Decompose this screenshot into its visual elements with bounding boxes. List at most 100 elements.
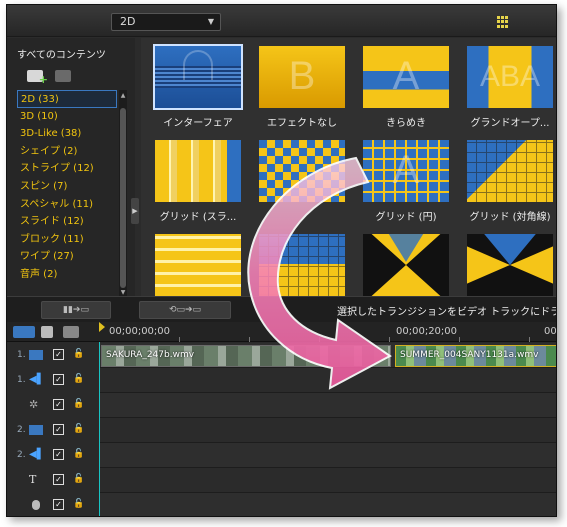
- clip-name: SAKURA_247b.wmv: [106, 350, 195, 360]
- audio-track-icon: ◀▌: [29, 449, 45, 460]
- lock-icon[interactable]: 🔓: [73, 424, 84, 435]
- track-lane-title[interactable]: [99, 468, 556, 493]
- track-enable-checkbox[interactable]: ✓: [53, 399, 64, 410]
- category-item-spin[interactable]: スピン (7): [17, 178, 117, 196]
- video-clip[interactable]: SAKURA_247b.wmv: [101, 345, 391, 367]
- transition-thumb-letter: ABA: [479, 60, 541, 93]
- category-item-3d[interactable]: 3D (10): [17, 108, 117, 126]
- timeline-view-icon[interactable]: [13, 326, 35, 338]
- track-header-voice: ✓ 🔓: [7, 493, 99, 516]
- track-number: 2.: [17, 425, 26, 435]
- chevron-down-icon: ▼: [207, 17, 214, 26]
- track-enable-checkbox[interactable]: ✓: [53, 424, 64, 435]
- transition-thumb-bowtie[interactable]: [467, 234, 553, 296]
- scroll-up-icon[interactable]: ▲: [119, 92, 127, 99]
- category-item-slide[interactable]: スライド (12): [17, 213, 117, 231]
- track-lane-fx[interactable]: [99, 393, 556, 418]
- track-enable-checkbox[interactable]: ✓: [53, 449, 64, 460]
- category-item-3d-like[interactable]: 3D-Like (38): [17, 125, 117, 143]
- lock-icon[interactable]: 🔓: [73, 474, 84, 485]
- category-item-audio[interactable]: 音声 (2): [17, 266, 117, 284]
- track-header-video-1: 1. ✓ 🔓: [7, 343, 99, 368]
- video-clip[interactable]: SUMMER_004SANY1131a.wmv: [395, 345, 556, 367]
- track-header-fx: ✲ ✓ 🔓: [7, 393, 99, 418]
- folder-icon[interactable]: [55, 70, 71, 82]
- transition-thumb-grid-mix[interactable]: [259, 140, 345, 202]
- category-item-2d[interactable]: 2D (33): [17, 90, 117, 108]
- transition-thumb-h-stripes[interactable]: [155, 234, 241, 296]
- track-header-audio-1: 1. ◀▌ ✓ 🔓: [7, 368, 99, 393]
- lock-icon[interactable]: 🔓: [73, 449, 84, 460]
- category-scrollbar[interactable]: ▲ ▼: [119, 90, 127, 298]
- collapse-panel-handle[interactable]: ▶: [131, 198, 139, 224]
- transition-thumb-grid-fill[interactable]: [259, 234, 345, 296]
- lock-icon[interactable]: 🔓: [73, 399, 84, 410]
- library-toolbar: 2D ▼: [7, 5, 556, 37]
- transition-thumb-letter: B: [288, 54, 316, 98]
- apply-transition-button[interactable]: ⟲▭➔▭: [139, 301, 231, 319]
- new-folder-icon[interactable]: [27, 70, 48, 86]
- grid-view-icon[interactable]: [497, 16, 509, 28]
- track-lane-voice[interactable]: [99, 493, 556, 516]
- transition-thumb-grid-slide[interactable]: [155, 140, 241, 202]
- category-panel-title: すべてのコンテンツ: [17, 50, 106, 61]
- transition-thumb-no-effect[interactable]: B: [259, 46, 345, 108]
- track-number: 2.: [17, 450, 26, 460]
- category-item-wipe[interactable]: ワイプ (27): [17, 248, 117, 266]
- category-item-block[interactable]: ブロック (11): [17, 231, 117, 249]
- transition-thumb-grid-circle[interactable]: A: [363, 140, 449, 202]
- track-enable-checkbox[interactable]: ✓: [53, 374, 64, 385]
- transition-thumb-interfere[interactable]: [153, 44, 243, 110]
- track-header-audio-2: 2. ◀▌ ✓ 🔓: [7, 443, 99, 468]
- transition-thumb-grid-diagonal[interactable]: [467, 140, 553, 202]
- add-track-icon[interactable]: [63, 326, 79, 338]
- transition-label: エフェクトなし: [267, 118, 337, 129]
- scroll-down-icon[interactable]: ▼: [119, 289, 127, 296]
- category-item-stripe[interactable]: ストライプ (12): [17, 160, 117, 178]
- track-enable-checkbox[interactable]: ✓: [53, 474, 64, 485]
- track-number: 1.: [17, 350, 26, 360]
- transition-label: インターフェア: [163, 118, 233, 129]
- lock-icon[interactable]: 🔓: [73, 349, 84, 360]
- track-number: 1.: [17, 375, 26, 385]
- track-lane-video-2[interactable]: [99, 418, 556, 443]
- audio-track-icon: ◀▌: [29, 374, 45, 385]
- transition-thumb-grand-open[interactable]: ABA: [467, 46, 553, 108]
- category-panel: すべてのコンテンツ 2D (33) 3D (10) 3D-Like (38) シ…: [7, 38, 139, 298]
- timeline-cursor: [99, 342, 100, 516]
- transition-thumb-letter: A: [392, 54, 420, 98]
- track-lane-audio-1[interactable]: [99, 368, 556, 393]
- track-header-title: T ✓ 🔓: [7, 468, 99, 493]
- timeline: 00;00;00;00 00;00;20;00 00; 1. ✓ 🔓 SAKUR…: [7, 322, 557, 516]
- lock-icon[interactable]: 🔓: [73, 374, 84, 385]
- editor-window: 2D ▼ すべてのコンテンツ 2D (33) 3D (10) 3D-Like (…: [6, 4, 557, 517]
- track-enable-checkbox[interactable]: ✓: [53, 349, 64, 360]
- transition-thumb-letter: A: [392, 148, 420, 192]
- transition-label: グリッド (円): [375, 212, 437, 223]
- ruler-label: 00;: [544, 326, 557, 337]
- scrollbar-thumb[interactable]: [120, 108, 126, 288]
- video-track-icon: [29, 350, 43, 360]
- category-list: 2D (33) 3D (10) 3D-Like (38) シェイプ (2) スト…: [17, 90, 117, 284]
- transition-label: グランドオープ...: [470, 118, 550, 129]
- mode-dropdown[interactable]: 2D ▼: [111, 13, 221, 31]
- ruler-label: 00;00;00;00: [109, 326, 171, 337]
- track-enable-checkbox[interactable]: ✓: [53, 499, 64, 510]
- track-lane-video-1[interactable]: SAKURA_247b.wmv SUMMER_004SANY1131a.wmv: [99, 343, 556, 368]
- title-track-icon: T: [29, 473, 37, 486]
- transition-thumb-sparkle[interactable]: A: [363, 46, 449, 108]
- time-ruler[interactable]: 00;00;00;00 00;00;20;00 00;: [99, 322, 557, 342]
- clip-name: SUMMER_004SANY1131a.wmv: [400, 350, 539, 360]
- ruler-label: 00;00;20;00: [396, 326, 458, 337]
- transition-label: グリッド (スラ...: [159, 212, 237, 223]
- category-item-special[interactable]: スペシャル (11): [17, 196, 117, 214]
- insert-transition-button[interactable]: ▮▮➔▭: [41, 301, 111, 319]
- timeline-header: 00;00;00;00 00;00;20;00 00;: [7, 322, 557, 342]
- track-header-video-2: 2. ✓ 🔓: [7, 418, 99, 443]
- category-item-shape[interactable]: シェイプ (2): [17, 143, 117, 161]
- track-lane-audio-2[interactable]: [99, 443, 556, 468]
- transition-thumb-hourglass[interactable]: [363, 234, 449, 296]
- video-track-icon: [29, 425, 43, 435]
- storyboard-view-icon[interactable]: [41, 326, 53, 338]
- lock-icon[interactable]: 🔓: [73, 499, 84, 510]
